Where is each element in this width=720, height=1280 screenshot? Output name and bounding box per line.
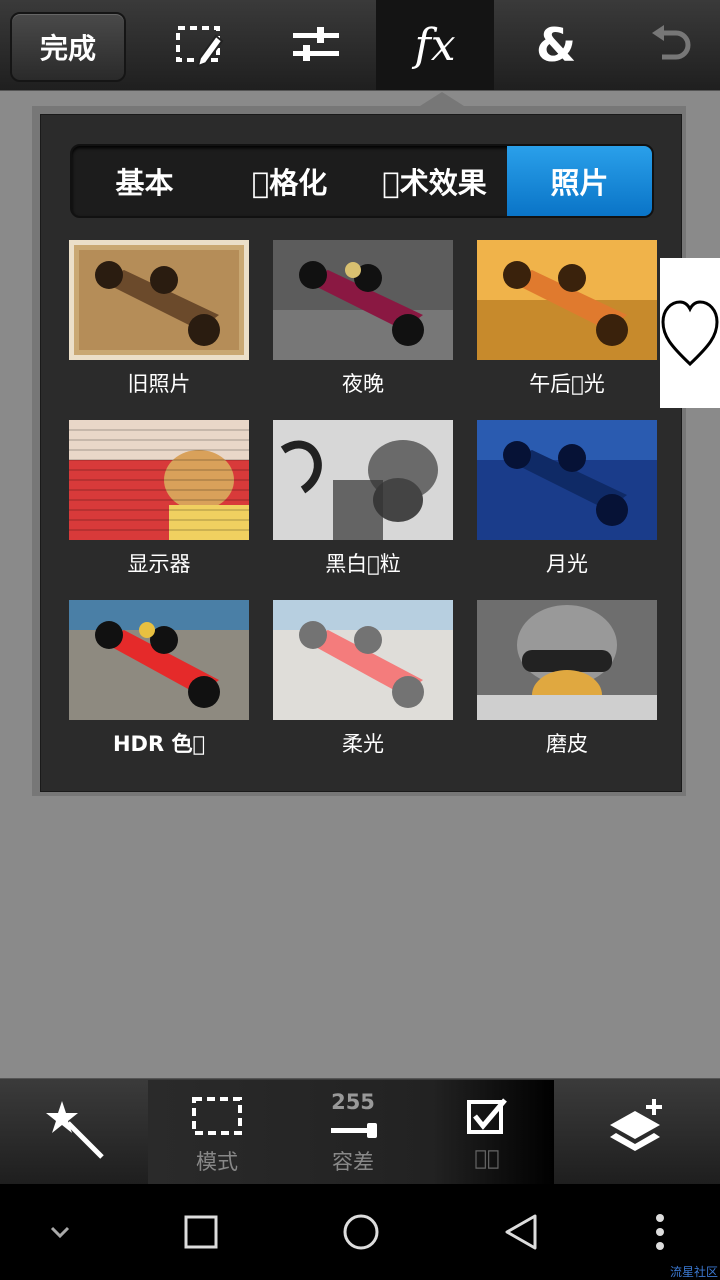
selection-edit-button[interactable] xyxy=(142,0,257,90)
undo-button[interactable] xyxy=(620,0,720,90)
hide-keyboard-button[interactable] xyxy=(40,1200,80,1264)
effect-thumbnail xyxy=(273,600,453,720)
slider-icon xyxy=(331,1123,377,1138)
done-button[interactable]: 完成 xyxy=(10,12,126,82)
back-button[interactable] xyxy=(490,1200,552,1264)
effect-thumbnail xyxy=(477,600,657,720)
tolerance-slider[interactable] xyxy=(322,1118,386,1142)
tab-style[interactable]:  格化 xyxy=(217,146,362,216)
contiguous-toggle[interactable] xyxy=(455,1092,519,1140)
mode-label: 模式 xyxy=(196,1150,238,1174)
recent-apps-button[interactable] xyxy=(170,1200,232,1264)
checkbox-icon xyxy=(467,1098,507,1134)
undo-icon xyxy=(652,25,691,60)
layers-add-icon xyxy=(610,1099,662,1151)
magic-wand-icon xyxy=(46,1101,104,1159)
effect-label: 磨皮 xyxy=(546,732,588,756)
ampersand-icon: & xyxy=(535,18,577,72)
adjust-sliders-icon xyxy=(292,27,339,61)
fx-icon: fx xyxy=(414,19,456,71)
effect-thumbnail xyxy=(69,240,249,360)
chevron-down-icon xyxy=(50,1226,70,1239)
tab-artistic[interactable]:  术效果 xyxy=(362,146,507,216)
effect-label: 午后 光 xyxy=(529,372,605,396)
effect-thumbnail xyxy=(477,240,657,360)
effect-bw-grain[interactable]: 黑白 粒 xyxy=(273,420,453,578)
effect-label: 旧照片 xyxy=(127,372,191,396)
effect-hdr[interactable]: HDR 色  xyxy=(69,600,249,758)
tab-photo[interactable]: 照片 xyxy=(507,146,652,216)
selection-mode-button[interactable] xyxy=(180,1092,254,1140)
favorite-button[interactable] xyxy=(660,258,720,408)
watermark: 流星社区 xyxy=(669,1265,718,1279)
magic-wand-button[interactable] xyxy=(30,1090,120,1170)
effect-thumbnail xyxy=(69,420,249,540)
category-tabs: 基本  格化  术效果 照片 xyxy=(70,144,654,218)
effect-label: 显示器 xyxy=(127,552,191,576)
effect-thumbnail xyxy=(69,600,249,720)
home-button[interactable] xyxy=(328,1200,394,1264)
add-layer-button[interactable] xyxy=(590,1090,680,1170)
effect-thumbnail xyxy=(273,240,453,360)
heart-icon xyxy=(661,300,719,367)
effects-button[interactable]: fx xyxy=(376,0,494,90)
effect-night[interactable]: 夜晚 xyxy=(273,240,453,398)
back-triangle-icon xyxy=(505,1214,537,1250)
square-icon xyxy=(184,1215,218,1249)
effect-thumbnail xyxy=(273,420,453,540)
effect-moonlight[interactable]: 月光 xyxy=(477,420,657,578)
effect-label: 柔光 xyxy=(342,732,384,756)
tolerance-value: 255 xyxy=(331,1090,375,1114)
effect-label: 夜晚 xyxy=(342,372,384,396)
more-vertical-icon xyxy=(656,1214,664,1250)
selection-edit-icon xyxy=(175,26,223,68)
text-overlay-button[interactable]: & xyxy=(497,0,615,90)
effect-monitor[interactable]: 显示器 xyxy=(69,420,249,578)
menu-button[interactable] xyxy=(640,1200,680,1264)
effect-soft-light[interactable]: 柔光 xyxy=(273,600,453,758)
effect-label: HDR 色  xyxy=(112,732,206,756)
contiguous-label:    xyxy=(474,1146,500,1170)
effect-old-photo[interactable]: 旧照片 xyxy=(69,240,249,398)
adjustments-button[interactable] xyxy=(258,0,373,90)
effect-thumbnail xyxy=(477,420,657,540)
effect-label: 月光 xyxy=(546,552,588,576)
tolerance-label: 容差 xyxy=(332,1150,374,1174)
circle-icon xyxy=(343,1214,379,1250)
effect-label: 黑白 粒 xyxy=(325,552,401,576)
effect-smooth-skin[interactable]: 磨皮 xyxy=(477,600,657,758)
rect-select-icon xyxy=(192,1097,242,1135)
tab-basic[interactable]: 基本 xyxy=(72,146,217,216)
effect-afternoon-sun[interactable]: 午后 光 xyxy=(477,240,657,398)
popup-caret xyxy=(420,92,464,106)
